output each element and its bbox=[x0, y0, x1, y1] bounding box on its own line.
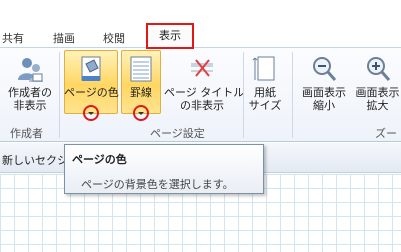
zoom-out-label-2: 縮小 bbox=[313, 99, 335, 112]
zoom-in-icon bbox=[366, 57, 390, 81]
page-color-dropdown-arrow[interactable] bbox=[88, 112, 94, 115]
hide-page-title-label-2: の非表示 bbox=[180, 99, 224, 112]
ribbon: 作成者の 非表示 作成者 ページの色 罫線 ページ タイトル の非表示 ページ設… bbox=[0, 48, 401, 142]
tab-draw[interactable]: 描画 bbox=[53, 30, 75, 45]
group-separator bbox=[59, 52, 60, 138]
ribbon-tab-strip: 共有 描画 校閲 表示 bbox=[0, 0, 401, 49]
paper-size-button[interactable]: 用紙 サイズ bbox=[246, 52, 284, 114]
page-color-label: ページの色 bbox=[64, 86, 119, 99]
section-tab-new[interactable]: 新しいセクシ bbox=[2, 152, 68, 168]
tooltip-description: ページの背景色を選択します。 bbox=[81, 178, 234, 191]
tab-review[interactable]: 校閲 bbox=[103, 30, 125, 45]
group-label-zoom: ズー bbox=[375, 127, 397, 140]
tab-share[interactable]: 共有 bbox=[2, 30, 24, 45]
author-icon bbox=[18, 58, 43, 82]
page-color-icon bbox=[81, 56, 101, 81]
zoom-in-label-1: 画面表示 bbox=[355, 86, 400, 99]
hide-page-title-button[interactable]: ページ タイトル の非表示 bbox=[164, 52, 245, 114]
hide-author-label-2: 非表示 bbox=[13, 99, 47, 112]
group-separator bbox=[292, 52, 293, 138]
zoom-in-label-2: 拡大 bbox=[366, 99, 389, 112]
rule-lines-dropdown-arrow[interactable] bbox=[138, 112, 144, 115]
group-label-author: 作成者 bbox=[10, 127, 43, 140]
hide-page-title-label-1: ページ タイトル bbox=[164, 86, 245, 99]
paper-size-label-2: サイズ bbox=[248, 99, 282, 112]
tooltip-title: ページの色 bbox=[72, 153, 127, 166]
paper-size-icon bbox=[252, 56, 275, 81]
tab-view[interactable]: 表示 bbox=[146, 23, 194, 49]
group-separator bbox=[243, 52, 244, 138]
hide-author-button[interactable]: 作成者の 非表示 bbox=[2, 52, 58, 114]
rule-lines-icon bbox=[130, 56, 152, 82]
zoom-out-label-1: 画面表示 bbox=[302, 86, 346, 99]
page-color-tooltip: ページの色 ページの背景色を選択します。 bbox=[64, 144, 264, 194]
group-label-page-setup: ページ設定 bbox=[150, 127, 205, 140]
zoom-out-button[interactable]: 画面表示 縮小 bbox=[296, 52, 352, 114]
hide-author-label-1: 作成者の bbox=[8, 86, 52, 99]
zoom-out-icon bbox=[313, 57, 337, 81]
hide-title-icon bbox=[191, 59, 213, 77]
zoom-in-button[interactable]: 画面表示 拡大 bbox=[354, 52, 401, 114]
rule-lines-label: 罫線 bbox=[130, 86, 152, 99]
paper-size-label-1: 用紙 bbox=[254, 86, 276, 99]
